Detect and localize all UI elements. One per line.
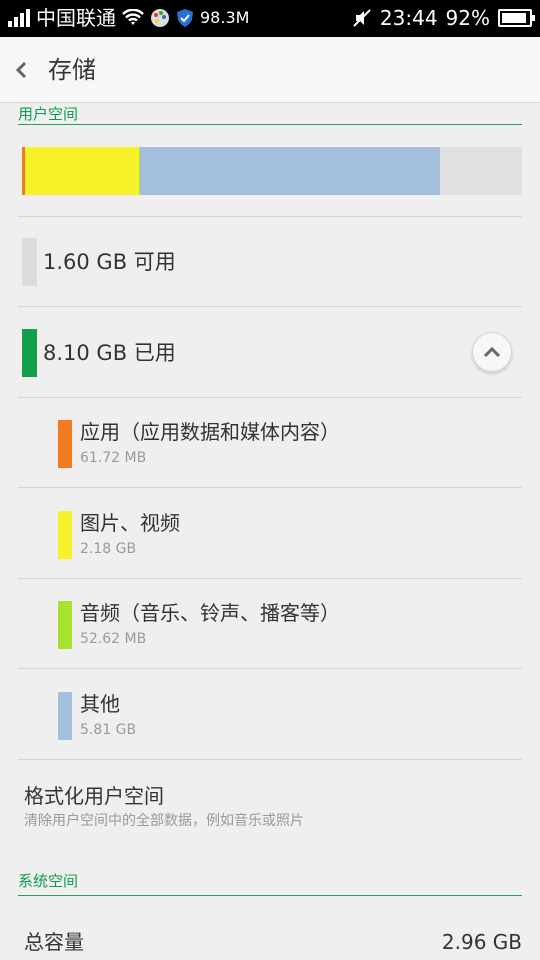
available-label: 1.60 GB 可用	[43, 250, 176, 274]
battery-percent: 92%	[445, 6, 490, 30]
usage-bar-segment	[140, 147, 440, 195]
category-row[interactable]: 其他 5.81 GB	[18, 669, 522, 759]
category-swatch	[58, 511, 72, 559]
total-capacity-value: 2.96 GB	[441, 930, 522, 954]
category-size: 52.62 MB	[80, 631, 147, 647]
mute-icon	[353, 9, 371, 27]
signal-icon	[8, 9, 30, 27]
format-title: 格式化用户空间	[24, 784, 164, 808]
wifi-icon	[122, 9, 144, 25]
category-label: 其他	[80, 692, 120, 716]
category-swatch	[58, 420, 72, 468]
available-swatch	[22, 238, 37, 286]
network-speed: 98.3M	[200, 8, 250, 27]
total-capacity-label: 总容量	[24, 930, 84, 954]
carrier-name: 中国联通	[36, 6, 116, 30]
battery-icon	[498, 9, 535, 27]
divider	[18, 759, 522, 760]
chevron-left-icon	[15, 61, 27, 79]
category-row[interactable]: 音频（音乐、铃声、播客等） 52.62 MB	[18, 578, 522, 668]
section-header-system-space: 系统空间	[18, 866, 522, 896]
category-size: 5.81 GB	[80, 722, 137, 738]
category-swatch	[58, 692, 72, 740]
category-row[interactable]: 图片、视频 2.18 GB	[18, 488, 522, 578]
format-description: 清除用户空间中的全部数据，例如音乐或照片	[24, 813, 304, 829]
shield-icon	[177, 9, 193, 27]
used-row[interactable]: 8.10 GB 已用	[18, 307, 522, 397]
usage-bar-segment	[439, 147, 522, 195]
available-row: 1.60 GB 可用	[18, 216, 522, 306]
back-button[interactable]	[14, 53, 38, 87]
used-swatch	[22, 329, 37, 377]
category-label: 图片、视频	[80, 511, 180, 535]
collapse-toggle-button[interactable]	[472, 332, 512, 372]
storage-content[interactable]: 用户空间 1.60 GB 可用 8.10 GB 已用 应用（应用数据和媒体内容）…	[0, 103, 540, 960]
category-size: 61.72 MB	[80, 450, 147, 466]
used-label: 8.10 GB 已用	[43, 341, 176, 365]
usage-bar	[22, 147, 522, 195]
page-title: 存储	[48, 56, 96, 84]
category-row[interactable]: 应用（应用数据和媒体内容） 61.72 MB	[18, 397, 522, 487]
category-swatch	[58, 601, 72, 649]
category-size: 2.18 GB	[80, 541, 137, 557]
format-user-space-item[interactable]: 格式化用户空间 清除用户空间中的全部数据，例如音乐或照片	[24, 781, 522, 841]
palette-icon	[151, 9, 169, 27]
category-label: 音频（音乐、铃声、播客等）	[80, 601, 340, 625]
clock: 23:44	[379, 6, 438, 30]
action-bar: 存储	[0, 37, 540, 103]
total-capacity-row: 总容量 2.96 GB	[24, 925, 522, 959]
section-header-user-space: 用户空间	[18, 103, 522, 125]
category-label: 应用（应用数据和媒体内容）	[80, 420, 340, 444]
chevron-up-icon	[483, 346, 501, 358]
usage-bar-segment	[25, 147, 140, 195]
status-bar: 中国联通 98.3M 23:44 92%	[0, 0, 540, 37]
